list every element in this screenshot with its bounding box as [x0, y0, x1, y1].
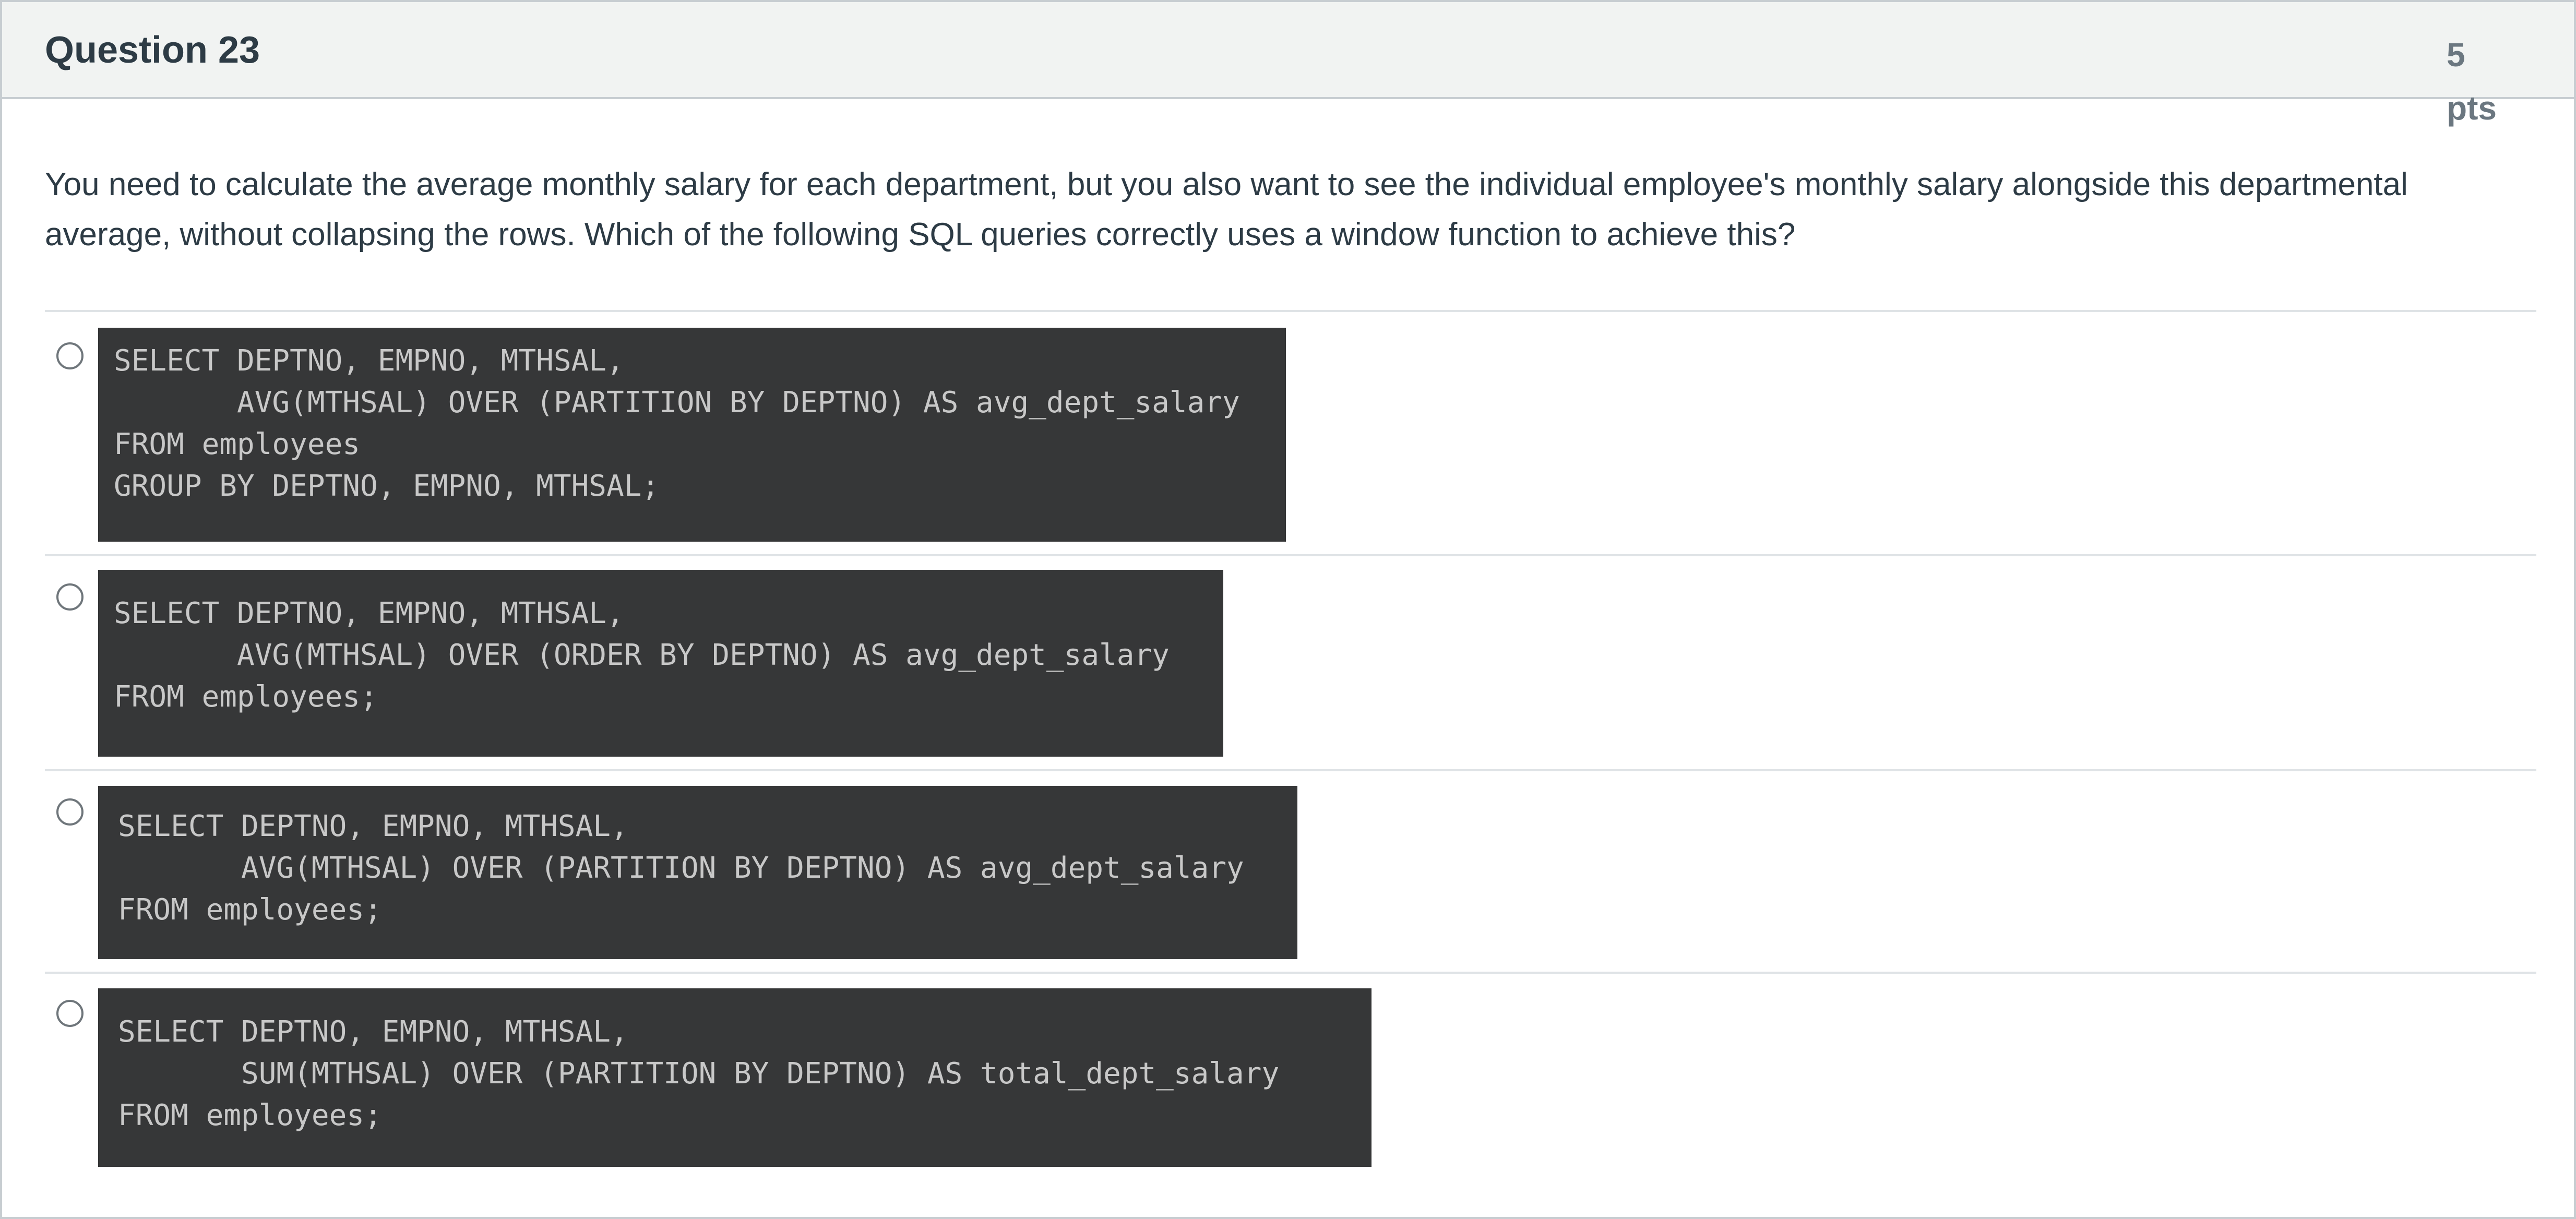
answer-code-1: SELECT DEPTNO, EMPNO, MTHSAL, AVG(MTHSAL…: [98, 328, 1286, 542]
answer-option-1[interactable]: SELECT DEPTNO, EMPNO, MTHSAL, AVG(MTHSAL…: [45, 310, 2536, 552]
question-text: You need to calculate the average monthl…: [45, 166, 2408, 253]
answer-code-4: SELECT DEPTNO, EMPNO, MTHSAL, SUM(MTHSAL…: [98, 988, 1372, 1167]
points-value: 5: [2447, 36, 2465, 74]
answer-radio-4[interactable]: [56, 1000, 84, 1027]
answer-code-2: SELECT DEPTNO, EMPNO, MTHSAL, AVG(MTHSAL…: [98, 570, 1223, 757]
points-unit: pts: [2447, 89, 2497, 127]
question-title: Question 23: [45, 29, 260, 71]
answer-radio-3[interactable]: [56, 798, 84, 826]
question-header: Question 23 5 pts: [2, 2, 2574, 127]
question-card: Question 23 5 pts You need to calculate …: [0, 0, 2576, 1219]
answer-option-3[interactable]: SELECT DEPTNO, EMPNO, MTHSAL, AVG(MTHSAL…: [45, 769, 2536, 970]
answer-code-3: SELECT DEPTNO, EMPNO, MTHSAL, AVG(MTHSAL…: [98, 786, 1297, 959]
answer-radio-1[interactable]: [56, 342, 84, 369]
answer-option-2[interactable]: SELECT DEPTNO, EMPNO, MTHSAL, AVG(MTHSAL…: [45, 554, 2536, 769]
question-points: 5 pts: [2447, 28, 2509, 135]
answer-radio-2[interactable]: [56, 583, 84, 611]
answer-option-4[interactable]: SELECT DEPTNO, EMPNO, MTHSAL, SUM(MTHSAL…: [45, 972, 2536, 1191]
